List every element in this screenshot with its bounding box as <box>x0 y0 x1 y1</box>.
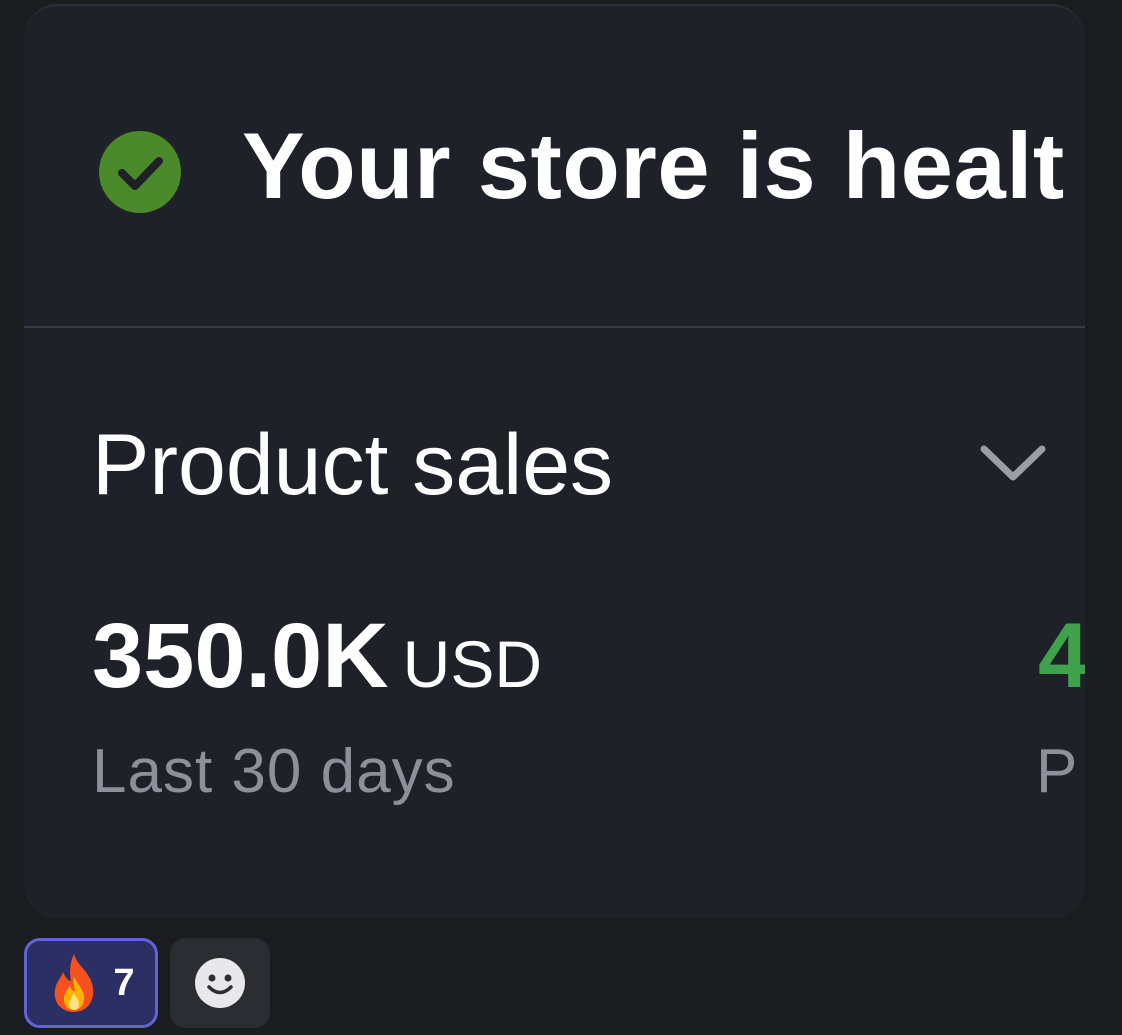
health-status-row: Your store is healt <box>24 6 1085 326</box>
sales-period: Last 30 days <box>92 737 456 806</box>
product-sales-title: Product sales <box>92 417 614 513</box>
store-health-card: Your store is healt Product sales 350.0K… <box>24 4 1085 919</box>
secondary-metric-value: 4 <box>1038 605 1085 707</box>
reaction-fire-button[interactable]: 7 <box>24 938 158 1028</box>
chevron-down-icon <box>980 445 1046 481</box>
fire-icon <box>55 954 94 1012</box>
viewport-clip <box>1085 0 1122 930</box>
sales-currency: USD <box>402 627 543 701</box>
secondary-metric-label: P <box>1036 737 1078 806</box>
smiley-add-icon <box>195 958 245 1008</box>
reaction-fire-count: 7 <box>113 961 135 1004</box>
expand-sales-button[interactable] <box>968 424 1058 504</box>
sales-metric: 350.0K USD <box>92 605 543 707</box>
section-divider <box>24 326 1085 328</box>
health-status-title: Your store is healt <box>242 113 1065 218</box>
add-reaction-button[interactable] <box>170 938 270 1028</box>
check-circle-icon <box>99 131 181 213</box>
sales-amount: 350.0K <box>92 605 389 707</box>
reactions-bar: 7 <box>24 938 270 1028</box>
